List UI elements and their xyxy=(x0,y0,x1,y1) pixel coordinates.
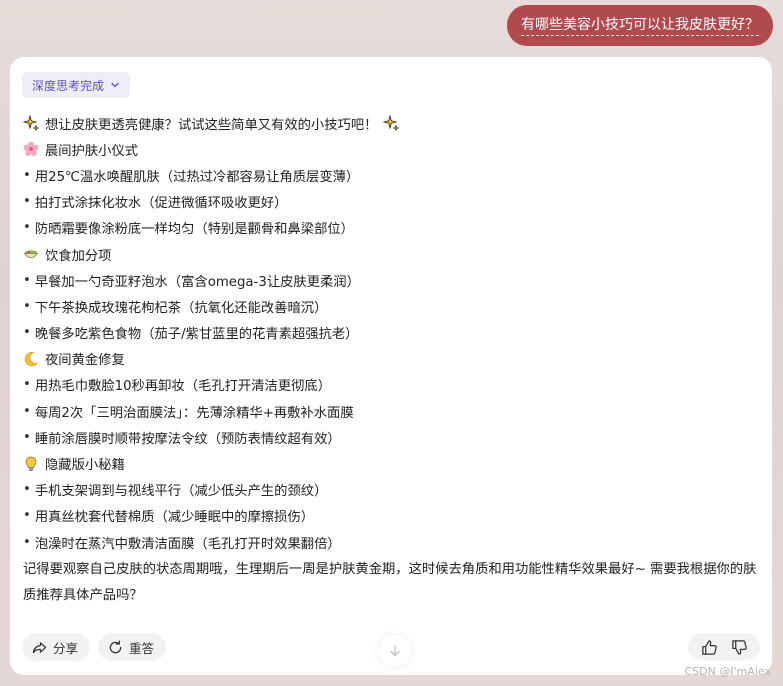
list-item: 用热毛巾敷脸10秒再卸妆（毛孔打开清洁更彻底） xyxy=(23,372,763,398)
share-button[interactable]: 分享 xyxy=(22,633,91,661)
section-heading-text: 隐藏版小秘籍 xyxy=(45,458,125,474)
arrow-down-icon xyxy=(390,645,400,657)
thumbs-down-icon[interactable] xyxy=(731,639,748,656)
lightbulb-icon xyxy=(25,456,37,471)
user-message-bubble: 有哪些美容小技巧可以让我皮肤更好？ xyxy=(507,5,773,46)
section-heading: 饮食加分项 xyxy=(23,241,763,267)
section-heading-text: 饮食加分项 xyxy=(45,248,112,264)
salad-bowl-icon xyxy=(23,250,39,259)
section-heading-text: 夜间黄金修复 xyxy=(45,353,125,369)
regenerate-label: 重答 xyxy=(129,640,155,656)
response-content: 想让皮肤更透亮健康？试试这些简单又有效的小技巧吧！ 晨间护肤小仪式 用25℃温水… xyxy=(23,110,763,609)
intro-line: 想让皮肤更透亮健康？试试这些简单又有效的小技巧吧！ xyxy=(23,110,763,136)
response-actions: 分享 重答 xyxy=(22,633,167,661)
closing-paragraph: 记得要观察自己皮肤的状态周期哦，生理期后一周是护肤黄金期，这时候去角质和用功能性… xyxy=(23,562,757,604)
sparkles-icon xyxy=(383,115,400,132)
chevron-down-icon xyxy=(111,82,119,88)
refresh-icon xyxy=(109,639,122,653)
thinking-status-chip[interactable]: 深度思考完成 xyxy=(22,72,131,98)
list-item: 每周2次「三明治面膜法」：先薄涂精华+再敷补水面膜 xyxy=(23,398,763,424)
share-icon xyxy=(32,641,47,653)
list-item: 晚餐多吃紫色食物（茄子/紫甘蓝里的花青素超强抗老） xyxy=(23,320,763,346)
list-item: 睡前涂唇膜时顺带按摩法令纹（预防表情纹超有效） xyxy=(23,424,763,450)
section-heading: 隐藏版小秘籍 xyxy=(23,450,763,476)
section-heading: 晨间护肤小仪式 xyxy=(23,136,763,162)
watermark: CSDN @I'mAlex xyxy=(684,665,771,678)
assistant-response-card: 深度思考完成 想让皮肤更透亮健康？试试这些简单又有效的小技巧吧！ 晨间护肤小仪式… xyxy=(10,57,772,675)
thumbs-up-icon[interactable] xyxy=(701,639,718,656)
list-item: 下午茶换成玫瑰花枸杞茶（抗氧化还能改善暗沉） xyxy=(23,293,763,319)
cherry-blossom-icon xyxy=(23,141,39,157)
scroll-down-button[interactable] xyxy=(379,635,411,667)
list-item: 拍打式涂抹化妆水（促进微循环吸收更好） xyxy=(23,189,763,215)
regenerate-button[interactable]: 重答 xyxy=(98,633,167,661)
user-message-text: 有哪些美容小技巧可以让我皮肤更好？ xyxy=(521,16,759,36)
section-heading: 夜间黄金修复 xyxy=(23,346,763,372)
feedback-group xyxy=(688,633,760,661)
sparkles-icon xyxy=(23,115,39,132)
share-label: 分享 xyxy=(53,640,79,656)
list-item: 早餐加一勺奇亚籽泡水（富含omega-3让皮肤更柔润） xyxy=(23,267,763,293)
intro-text: 想让皮肤更透亮健康？试试这些简单又有效的小技巧吧！ xyxy=(45,117,378,133)
list-item: 防晒霜要像涂粉底一样均匀（特别是颧骨和鼻梁部位） xyxy=(23,215,763,241)
list-item: 用25℃温水唤醒肌肤（过热过冷都容易让角质层变薄） xyxy=(23,162,763,188)
list-item: 手机支架调到与视线平行（减少低头产生的颈纹） xyxy=(23,477,763,503)
list-item: 泡澡时在蒸汽中敷清洁面膜（毛孔打开时效果翻倍） xyxy=(23,529,763,555)
crescent-moon-icon xyxy=(24,351,39,366)
list-item: 用真丝枕套代替棉质（减少睡眠中的摩擦损伤） xyxy=(23,503,763,529)
thinking-status-label: 深度思考完成 xyxy=(32,78,105,93)
section-heading-text: 晨间护肤小仪式 xyxy=(45,143,139,159)
